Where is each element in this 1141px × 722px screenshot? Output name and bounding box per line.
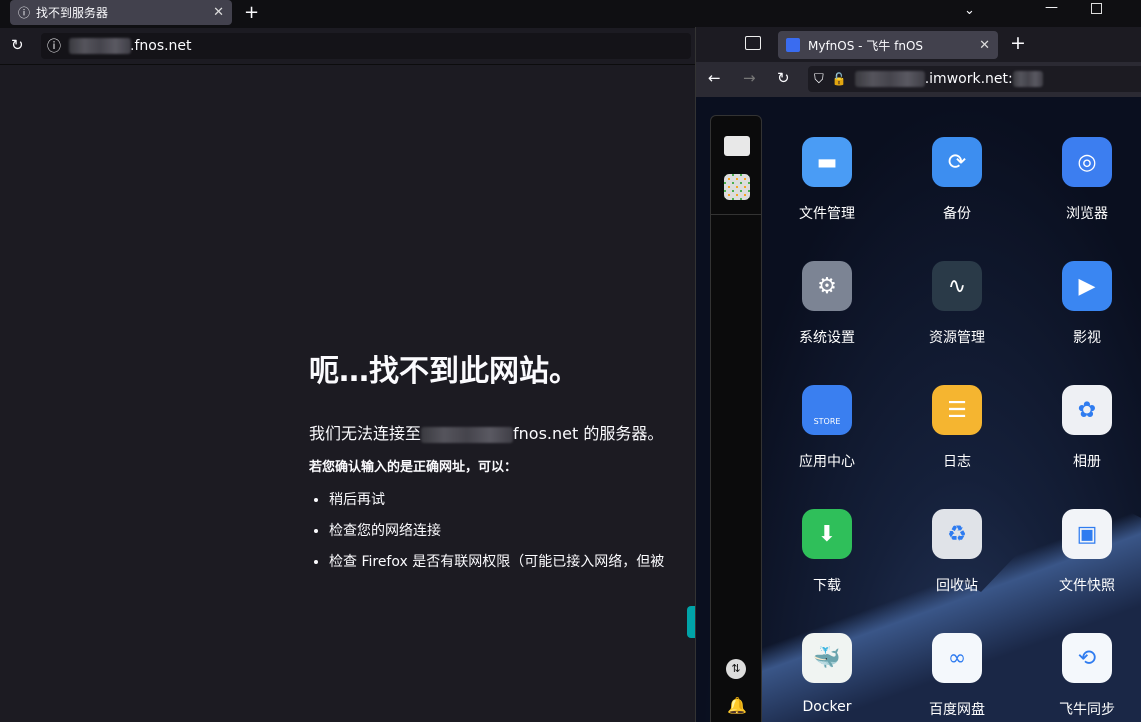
app-label: 下载 [813,578,841,594]
app-label: 百度网盘 [929,702,985,718]
desktop-icon[interactable] [724,136,750,156]
error-title: 呃…找不到此网站。 [309,354,579,389]
transfer-icon[interactable]: ⇅ [726,659,746,679]
redacted-host [854,71,925,87]
message-suffix: fnos.net 的服务器。 [513,424,664,443]
app-label: 影视 [1073,330,1101,346]
tab-server-not-found[interactable]: ⓘ 找不到服务器 ✕ [10,0,232,25]
folder-icon: ▬ [802,137,852,187]
browser-icon: ◎ [1062,137,1112,187]
app-label: 备份 [943,206,971,222]
app-sync[interactable]: ⟲ 飞牛同步 [1032,633,1141,719]
maximize-button[interactable] [1091,3,1102,14]
insecure-lock-icon: 🔓 [831,72,847,86]
store-icon: STORE [802,385,852,435]
app-label: 资源管理 [929,330,985,346]
app-docker[interactable]: 🐳 Docker [772,633,882,715]
settings-icon: ⚙ [802,261,852,311]
app-download[interactable]: ⬇ 下载 [772,509,882,595]
fnos-favicon [786,38,800,52]
redacted-host [421,426,514,443]
error-page: 呃…找不到此网站。 我们无法连接至 fnos.net 的服务器。 若您确认输入的是… [309,346,664,582]
app-label: 相册 [1073,454,1101,470]
tip-item: 检查 Firefox 是否有联网权限（可能已接入网络，但被 [329,551,664,571]
redacted-host [69,38,131,54]
dock-sidebar: ⇅ 🔔 [710,115,762,722]
resource-monitor-icon: ∿ [932,261,982,311]
app-label: 应用中心 [799,454,855,470]
info-icon: ⓘ [47,39,61,55]
tab-manager-icon[interactable] [745,36,761,50]
url-bar[interactable]: ⛉ 🔓 .imwork.net: [808,66,1141,92]
reload-icon[interactable]: ↻ [777,69,790,87]
video-icon: ▶ [1062,261,1112,311]
app-file-snapshot[interactable]: ▣ 文件快照 [1032,509,1141,595]
close-tab-icon[interactable]: ✕ [213,5,224,20]
error-message: 我们无法连接至 fnos.net 的服务器。 [309,420,664,444]
url-bar[interactable]: ⓘ .fnos.net [41,33,691,59]
app-label: 日志 [943,454,971,470]
tab-myfnos[interactable]: MyfnOS - 飞牛 fnOS ✕ [778,31,998,59]
reload-icon[interactable]: ↻ [11,36,24,54]
app-resource-monitor[interactable]: ∿ 资源管理 [902,261,1012,347]
notification-bell-icon[interactable]: 🔔 [727,696,747,715]
baidu-netdisk-icon: ∞ [932,633,982,683]
backup-icon: ⟳ [932,137,982,187]
tab-bar: MyfnOS - 飞牛 fnOS ✕ + [696,27,1141,62]
app-launcher-icon[interactable] [724,174,750,200]
new-tab-button[interactable]: + [244,2,259,23]
docker-icon: 🐳 [802,633,852,683]
app-label: 系统设置 [799,330,855,346]
redacted-port [1012,71,1043,87]
app-backup[interactable]: ⟳ 备份 [902,137,1012,223]
app-photos[interactable]: ✿ 相册 [1032,385,1141,471]
nav-toolbar: ← → ↻ ⛉ 🔓 .imwork.net: [696,62,1141,97]
app-browser[interactable]: ◎ 浏览器 [1032,137,1141,223]
tab-title: 找不到服务器 [36,6,109,20]
divider [711,214,761,215]
tab-list-chevron-icon[interactable]: ⌄ [964,3,975,18]
tab-bar: ⓘ 找不到服务器 ✕ + ⌄ — [0,0,1141,28]
close-tab-icon[interactable]: ✕ [979,38,990,53]
recycle-bin-icon: ♻ [932,509,982,559]
file-snapshot-icon: ▣ [1062,509,1112,559]
download-icon: ⬇ [802,509,852,559]
error-hint: 若您确认输入的是正确网址，可以： [309,460,518,475]
log-icon: ☰ [932,385,982,435]
app-settings[interactable]: ⚙ 系统设置 [772,261,882,347]
forward-icon[interactable]: → [743,69,756,87]
app-label: 飞牛同步 [1059,702,1115,718]
app-label: 文件快照 [1059,578,1115,594]
tip-item: 检查您的网络连接 [329,520,664,540]
minimize-button[interactable]: — [1045,0,1058,15]
message-prefix: 我们无法连接至 [309,424,422,443]
app-label: Docker [802,699,852,715]
fnos-browser-window: MyfnOS - 飞牛 fnOS ✕ + ← → ↻ ⛉ 🔓 .imwork.n… [695,27,1141,722]
photos-icon: ✿ [1062,385,1112,435]
app-store[interactable]: STORE 应用中心 [772,385,882,471]
new-tab-button[interactable]: + [1010,32,1026,54]
tab-title: MyfnOS - 飞牛 fnOS [808,38,924,53]
app-recycle-bin[interactable]: ♻ 回收站 [902,509,1012,595]
url-text: .fnos.net [130,38,192,54]
app-label: 文件管理 [799,206,855,222]
shield-icon: ⛉ [814,71,824,87]
fnos-desktop: ⇅ 🔔 ▬ 文件管理 ⟳ 备份 ◎ 浏览器 ⚙ 系统设置 ∿ 资源管理 ▶ 影视 STORE 应用中心 ☰ 日… [696,97,1141,722]
app-baidu-netdisk[interactable]: ∞ 百度网盘 [902,633,1012,719]
app-folder[interactable]: ▬ 文件管理 [772,137,882,223]
app-label: 回收站 [936,578,978,594]
store-text: STORE [813,416,841,426]
app-log[interactable]: ☰ 日志 [902,385,1012,471]
back-icon[interactable]: ← [708,69,721,87]
url-text: .imwork.net: [924,71,1013,87]
app-label: 浏览器 [1066,206,1108,222]
app-video[interactable]: ▶ 影视 [1032,261,1141,347]
info-icon: ⓘ [18,6,31,20]
sync-icon: ⟲ [1062,633,1112,683]
tip-item: 稍后再试 [329,489,664,509]
